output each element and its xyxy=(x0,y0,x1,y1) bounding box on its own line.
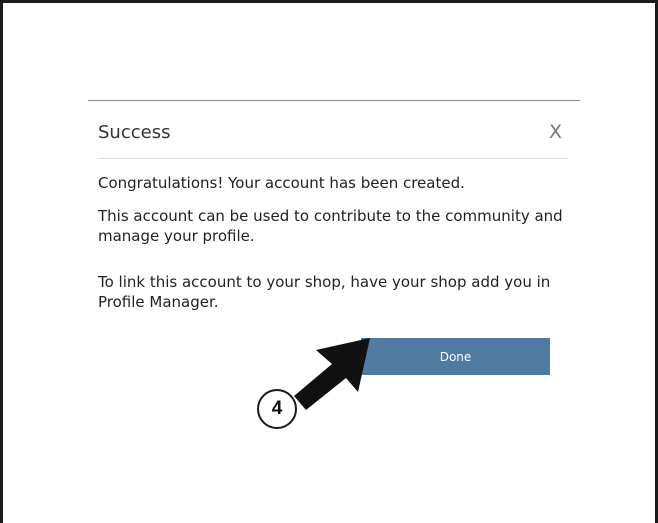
close-icon[interactable]: X xyxy=(549,120,562,144)
dialog-message-link-shop: To link this account to your shop, have … xyxy=(98,273,551,311)
dialog-message-created: Congratulations! Your account has been c… xyxy=(98,174,465,192)
pointer-arrow-icon xyxy=(294,338,370,410)
dialog-message-community: This account can be used to contribute t… xyxy=(98,207,563,245)
screenshot-frame xyxy=(0,0,658,523)
done-button[interactable]: Done xyxy=(361,338,550,375)
dialog-title: Success xyxy=(98,122,171,143)
top-divider xyxy=(88,100,580,101)
step-number-badge: 4 xyxy=(257,389,297,429)
dialog-header: Success X xyxy=(98,120,568,159)
